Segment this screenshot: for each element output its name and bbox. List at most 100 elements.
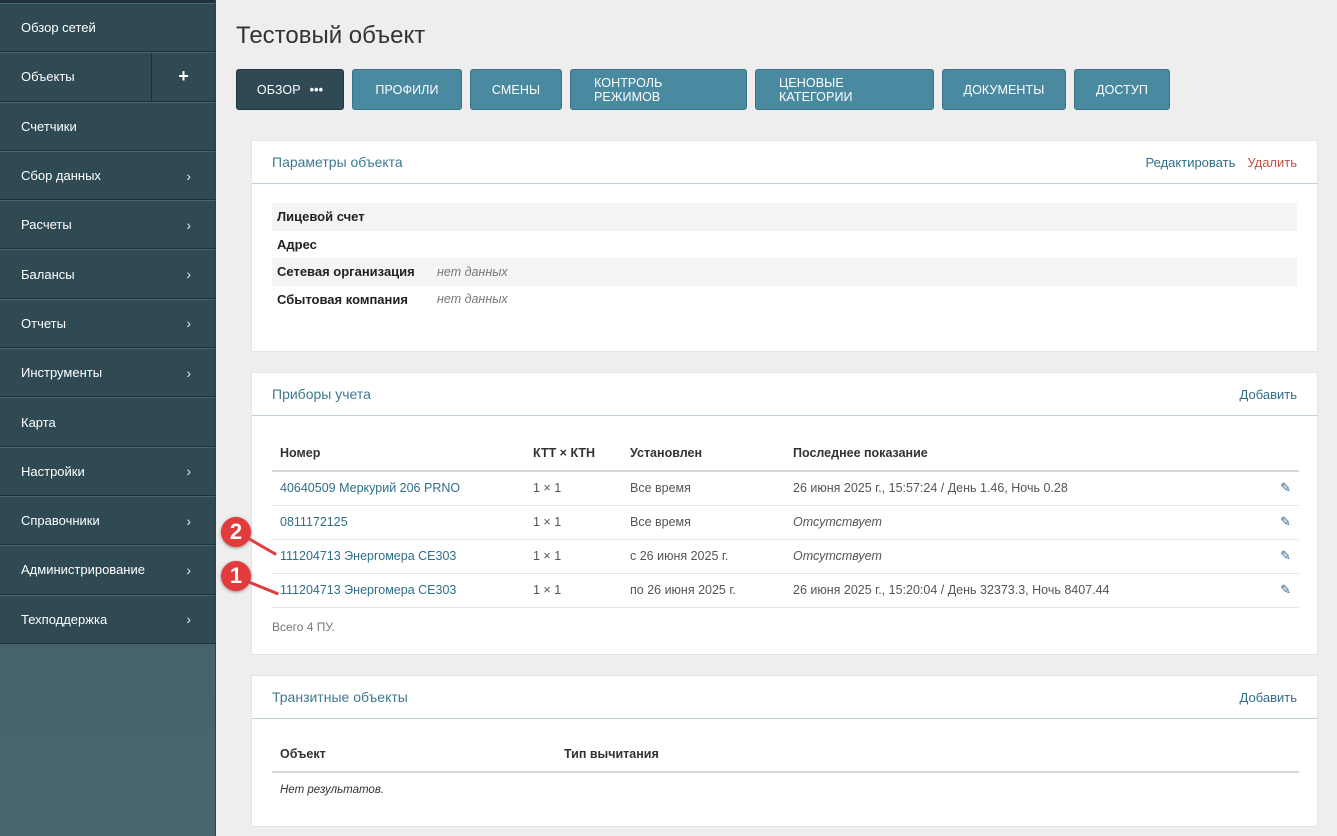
sidebar-item-label: Балансы: [21, 266, 75, 282]
panel-actions: Редактировать Удалить: [1146, 155, 1297, 170]
meter-number-link[interactable]: 111204713 Энергомера CE303: [272, 573, 525, 608]
column-header[interactable]: Установлен: [622, 435, 785, 472]
param-row: Лицевой счет: [272, 203, 1297, 231]
add-meter-link[interactable]: Добавить: [1240, 387, 1297, 402]
param-value: нет данных: [437, 292, 508, 307]
delete-link[interactable]: Удалить: [1247, 155, 1297, 170]
meters-total: Всего 4 ПУ.: [272, 619, 335, 634]
object-params-panel: Параметры объекта Редактировать Удалить …: [251, 140, 1318, 352]
transit-table: Объект Тип вычитания Нет результатов.: [272, 736, 1299, 806]
edit-pencil-icon[interactable]: ✎: [1259, 505, 1299, 540]
column-header[interactable]: Последнее показание: [785, 435, 1259, 472]
edit-link[interactable]: Редактировать: [1146, 155, 1236, 170]
column-header[interactable]: КТТ × КТН: [525, 435, 622, 472]
page-title: Тестовый объект: [236, 22, 426, 49]
meter-ratio: 1 × 1: [525, 505, 622, 540]
panel-title: Транзитные объекты: [272, 689, 408, 705]
tab-label: ОБЗОР: [256, 82, 301, 97]
sidebar-item-administration[interactable]: Администрирование ›: [0, 545, 215, 595]
tab-access[interactable]: ДОСТУП: [1074, 69, 1170, 110]
sidebar-item-meters[interactable]: Счетчики: [0, 101, 215, 151]
main-content: Тестовый объект ОБЗОР ••• ПРОФИЛИ СМЕНЫ К…: [216, 0, 1337, 836]
column-header[interactable]: Объект: [272, 736, 556, 773]
tab-overview[interactable]: ОБЗОР •••: [236, 69, 344, 110]
meter-installed: Все время: [622, 471, 785, 506]
tab-label: СМЕНЫ: [491, 82, 541, 97]
add-object-plus-icon[interactable]: +: [151, 53, 215, 101]
tab-profiles[interactable]: ПРОФИЛИ: [352, 69, 462, 110]
table-header-row: Номер КТТ × КТН Установлен Последнее пок…: [272, 435, 1299, 472]
param-key: Адрес: [277, 236, 317, 252]
column-header[interactable]: Номер: [272, 435, 525, 472]
sidebar-item-label: Инструменты: [21, 365, 103, 381]
meter-installed: с 26 июня 2025 г.: [622, 539, 785, 574]
add-transit-link[interactable]: Добавить: [1240, 690, 1297, 705]
meter-last-reading: 26 июня 2025 г., 15:20:04 / День 32373.3…: [785, 573, 1259, 608]
sidebar-item-support[interactable]: Техподдержка ›: [0, 594, 215, 644]
callout-marker-2: 2: [221, 517, 251, 547]
tab-label: ПРОФИЛИ: [375, 82, 439, 97]
param-key: Лицевой счет: [277, 209, 365, 225]
meter-last-reading: Отсутствует: [785, 505, 1259, 540]
param-key: Сетевая организация: [277, 264, 415, 280]
meter-last-reading: Отсутствует: [785, 539, 1259, 574]
sidebar-item-data-collection[interactable]: Сбор данных ›: [0, 150, 215, 201]
sidebar-item-calculations[interactable]: Расчеты ›: [0, 200, 215, 250]
tab-mode-control[interactable]: КОНТРОЛЬ РЕЖИМОВ: [570, 69, 747, 110]
tab-bar: ОБЗОР ••• ПРОФИЛИ СМЕНЫ КОНТРОЛЬ РЕЖИМОВ …: [236, 69, 1170, 110]
chevron-right-icon: ›: [186, 266, 191, 283]
meter-number-link[interactable]: 0811172125: [272, 505, 525, 540]
sidebar-item-references[interactable]: Справочники ›: [0, 495, 215, 546]
tab-shifts[interactable]: СМЕНЫ: [470, 69, 562, 110]
edit-pencil-icon[interactable]: ✎: [1259, 539, 1299, 574]
sidebar-item-objects[interactable]: Объекты +: [0, 52, 215, 102]
meter-last-reading: 26 июня 2025 г., 15:57:24 / День 1.46, Н…: [785, 471, 1259, 506]
param-row: Сетевая организация нет данных: [272, 258, 1297, 286]
tab-label: ДОКУМЕНТЫ: [963, 82, 1045, 97]
meter-number-link[interactable]: 111204713 Энергомера CE303: [272, 539, 525, 574]
sidebar-item-label: Справочники: [21, 513, 100, 529]
table-row: 40640509 Меркурий 206 PRNO 1 × 1 Все вре…: [272, 471, 1299, 506]
chevron-right-icon: ›: [186, 216, 191, 233]
tab-label: ЦЕНОВЫЕ КАТЕГОРИИ: [779, 75, 853, 104]
sidebar-item-map[interactable]: Карта: [0, 397, 215, 447]
tab-price-categories[interactable]: ЦЕНОВЫЕ КАТЕГОРИИ: [755, 69, 934, 110]
meter-number-link[interactable]: 40640509 Меркурий 206 PRNO: [272, 471, 525, 506]
panel-header: Параметры объекта Редактировать Удалить: [252, 141, 1317, 184]
sidebar-item-reports[interactable]: Отчеты ›: [0, 298, 215, 349]
meter-ratio: 1 × 1: [525, 471, 622, 506]
callout-marker-1: 1: [221, 561, 251, 591]
panel-header: Приборы учета Добавить: [252, 373, 1317, 416]
sidebar-item-tools[interactable]: Инструменты ›: [0, 348, 215, 398]
edit-pencil-icon[interactable]: ✎: [1259, 471, 1299, 506]
meter-ratio: 1 × 1: [525, 573, 622, 608]
more-dots-icon[interactable]: •••: [310, 83, 323, 97]
column-header[interactable]: Тип вычитания: [556, 736, 1299, 773]
edit-pencil-icon[interactable]: ✎: [1259, 573, 1299, 608]
meters-panel: Приборы учета Добавить Номер КТТ × КТН У…: [251, 372, 1318, 655]
sidebar-item-label: Обзор сетей: [21, 20, 96, 36]
param-row: Адрес: [272, 231, 1297, 259]
sidebar-item-settings[interactable]: Настройки ›: [0, 446, 215, 496]
table-row: Нет результатов.: [272, 772, 1299, 806]
chevron-right-icon: ›: [186, 315, 191, 332]
tab-label: КОНТРОЛЬ РЕЖИМОВ: [594, 75, 663, 104]
param-row: Сбытовая компания нет данных: [272, 286, 1297, 314]
sidebar-item-networks-overview[interactable]: Обзор сетей: [0, 3, 215, 53]
sidebar-item-label: Карта: [21, 414, 56, 430]
params-list: Лицевой счет Адрес Сетевая организация не…: [252, 184, 1317, 313]
panel-title: Параметры объекта: [272, 154, 403, 170]
meters-table: Номер КТТ × КТН Установлен Последнее пок…: [272, 435, 1299, 608]
sidebar-item-label: Отчеты: [21, 315, 66, 331]
sidebar: Обзор сетей Объекты + Счетчики Сбор данны…: [0, 0, 216, 836]
empty-results: Нет результатов.: [280, 783, 385, 796]
sidebar-item-balances[interactable]: Балансы ›: [0, 249, 215, 299]
tab-documents[interactable]: ДОКУМЕНТЫ: [942, 69, 1066, 110]
transit-objects-panel: Транзитные объекты Добавить Объект Тип в…: [251, 675, 1318, 827]
meter-ratio: 1 × 1: [525, 539, 622, 574]
chevron-right-icon: ›: [186, 167, 191, 184]
table-header-row: Объект Тип вычитания: [272, 736, 1299, 773]
chevron-right-icon: ›: [186, 561, 191, 578]
chevron-right-icon: ›: [186, 463, 191, 480]
panel-header: Транзитные объекты Добавить: [252, 676, 1317, 719]
